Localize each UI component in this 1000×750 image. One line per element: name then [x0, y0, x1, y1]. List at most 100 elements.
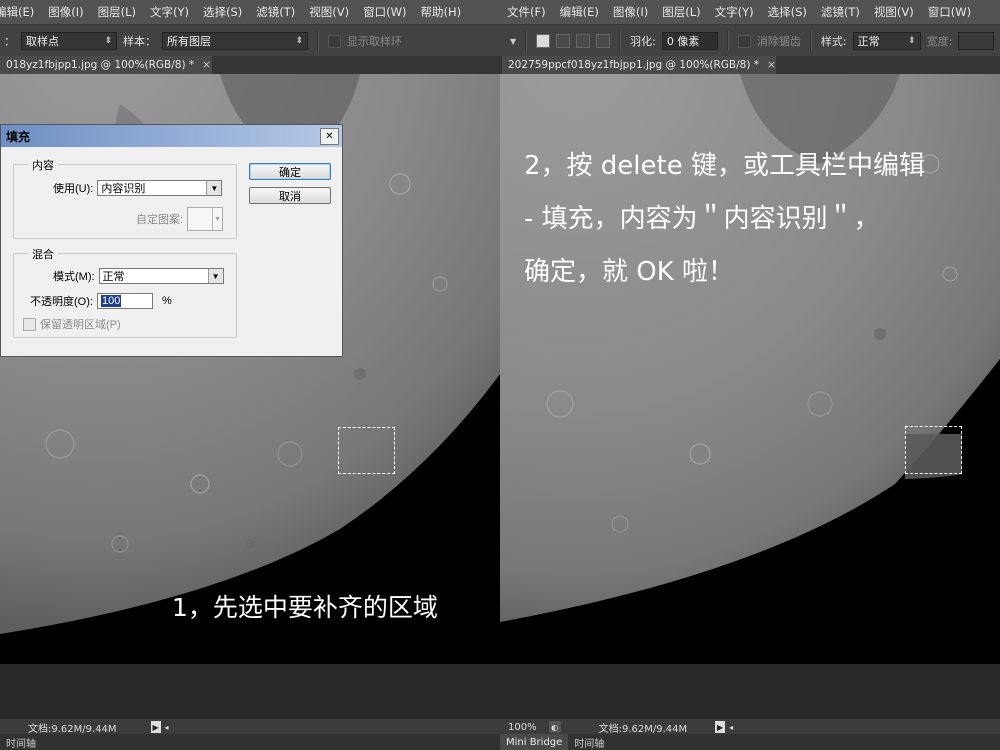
document-tab-bar: 018yz1fbjpp1.jpg @ 100%(RGB/8) * × — [0, 56, 500, 75]
menu-window[interactable]: 窗口(W) — [356, 4, 413, 20]
workspace-background — [0, 664, 500, 718]
sample-size-label: ： — [4, 35, 15, 48]
options-bar: ： 取样点 ⬍ 样本： 所有图层 ⬍ 显示取样环 — [0, 24, 500, 57]
mode-row: 模式(M): 正常 ▼ — [53, 268, 224, 284]
opacity-label: 不透明度(O): — [30, 296, 93, 308]
right-photoshop-window: 文件(F) 编辑(E) 图像(I) 图层(L) 文字(Y) 选择(S) 滤镜(T… — [500, 0, 1000, 750]
menu-filter[interactable]: 滤镜(T) — [814, 4, 867, 20]
menu-layer[interactable]: 图层(L) — [91, 4, 143, 20]
sample-select[interactable]: 所有图层 ⬍ — [162, 32, 308, 50]
zoom-readout[interactable]: 100% — [508, 722, 537, 733]
panel-dock: Mini Bridge 时间轴 — [500, 734, 1000, 750]
feather-input[interactable]: 0 像素 — [661, 32, 718, 50]
opacity-unit: % — [161, 295, 172, 307]
menu-file[interactable]: 文件(F) — [500, 4, 553, 20]
new-selection-icon[interactable] — [536, 34, 551, 48]
mode-value: 正常 — [102, 271, 125, 283]
sample-size-value: 取样点 — [26, 35, 59, 48]
document-tab[interactable]: 018yz1fbjpp1.jpg @ 100%(RGB/8) * × — [0, 56, 212, 74]
divider — [726, 31, 729, 51]
mini-bridge-tab[interactable]: Mini Bridge — [500, 734, 569, 750]
divider — [809, 31, 812, 51]
pattern-row: 自定图案: ▼ — [136, 207, 224, 231]
width-input[interactable] — [958, 32, 995, 50]
subtract-selection-icon[interactable] — [576, 34, 591, 48]
close-icon[interactable]: × — [202, 59, 211, 71]
close-icon[interactable]: ✕ — [320, 127, 339, 145]
show-ring-label: 显示取样环 — [347, 35, 402, 48]
menu-layer[interactable]: 图层(L) — [655, 4, 707, 20]
workspace-background — [500, 664, 1000, 718]
document-tab-title: 202759ppcf018yz1fbjpp1.jpg @ 100%(RGB/8)… — [508, 59, 760, 71]
timeline-tab[interactable]: 时间轴 — [0, 734, 42, 750]
menu-view[interactable]: 视图(V) — [302, 4, 356, 20]
menu-select[interactable]: 选择(S) — [196, 4, 249, 20]
menu-view[interactable]: 视图(V) — [867, 4, 921, 20]
sample-value: 所有图层 — [167, 35, 211, 48]
opacity-input[interactable]: 100 — [96, 293, 153, 309]
play-icon[interactable]: ▶ — [715, 721, 726, 733]
timeline-tab[interactable]: 时间轴 — [568, 734, 610, 750]
width-label: 宽度: — [926, 35, 953, 48]
sample-label: 样本： — [123, 35, 156, 48]
content-group-title: 内容 — [28, 157, 58, 173]
menu-type[interactable]: 文字(Y) — [708, 4, 761, 20]
menu-image[interactable]: 图像(I) — [41, 4, 90, 20]
use-dropdown[interactable]: 内容识别 ▼ — [97, 180, 223, 196]
antialias-label: 消除锯齿 — [756, 35, 801, 48]
annotation-line: 确定，就 OK 啦！ — [524, 257, 735, 287]
mode-dropdown[interactable]: 正常 ▼ — [98, 268, 224, 284]
dialog-title-bar[interactable]: 填充 ✕ — [1, 125, 342, 147]
opacity-row: 不透明度(O): 100 % — [30, 293, 172, 309]
menu-filter[interactable]: 滤镜(T) — [249, 4, 302, 20]
step-one-annotation: 1，先选中要补齐的区域 — [172, 593, 438, 622]
use-row: 使用(U): 内容识别 ▼ — [53, 180, 223, 196]
menu-edit[interactable]: 编辑(E) — [553, 4, 606, 20]
document-tab[interactable]: 202759ppcf018yz1fbjpp1.jpg @ 100%(RGB/8)… — [502, 56, 776, 74]
add-selection-icon[interactable] — [556, 34, 571, 48]
dropdown-arrow-icon: ▼ — [207, 269, 223, 283]
preserve-row: 保留透明区域(P) — [23, 316, 121, 332]
panel-dock: 时间轴 — [0, 734, 500, 750]
mode-label: 模式(M): — [53, 271, 95, 283]
feather-value: 0 像素 — [666, 35, 700, 48]
menu-window[interactable]: 窗口(W) — [921, 4, 978, 20]
feather-label: 羽化: — [630, 35, 656, 48]
play-icon[interactable]: ▶ — [150, 721, 161, 733]
ok-button[interactable]: 确定 — [249, 163, 331, 180]
show-ring-checkbox[interactable] — [328, 34, 341, 48]
menu-bar: 文件(F) 编辑(E) 图像(I) 图层(L) 文字(Y) 选择(S) 滤镜(T… — [500, 0, 1000, 24]
document-tab-bar: 202759ppcf018yz1fbjpp1.jpg @ 100%(RGB/8)… — [500, 56, 1000, 75]
dropdown-arrow-icon: ▼ — [206, 181, 222, 195]
menu-help[interactable]: 帮助(H) — [413, 4, 468, 20]
style-label: 样式: — [820, 35, 847, 48]
preserve-label: 保留透明区域(P) — [40, 319, 121, 331]
scroll-left-icon[interactable]: ◂ — [729, 723, 733, 732]
menu-select[interactable]: 选择(S) — [761, 4, 814, 20]
blend-group-title: 混合 — [28, 246, 58, 262]
close-icon[interactable]: × — [767, 59, 776, 71]
divider — [525, 31, 528, 51]
menu-edit[interactable]: 编辑(E) — [0, 4, 41, 20]
preserve-checkbox[interactable] — [23, 317, 36, 331]
tool-preset-arrow-icon[interactable]: ▼ — [510, 37, 516, 46]
sample-size-select[interactable]: 取样点 ⬍ — [21, 32, 117, 50]
menu-type[interactable]: 文字(Y) — [143, 4, 196, 20]
doc-size-readout: 文档:9.62M/9.44M — [598, 723, 688, 735]
left-photoshop-window: 编辑(E) 图像(I) 图层(L) 文字(Y) 选择(S) 滤镜(T) 视图(V… — [0, 0, 500, 750]
marquee-selection[interactable] — [905, 426, 962, 474]
cancel-button[interactable]: 取消 — [249, 187, 331, 204]
menu-image[interactable]: 图像(I) — [606, 4, 655, 20]
annotation-line: - 填充，内容为＂内容识别＂， — [524, 204, 880, 234]
marquee-selection[interactable] — [338, 427, 395, 474]
antialias-checkbox[interactable] — [737, 34, 751, 48]
share-icon[interactable]: ◐ — [548, 721, 561, 733]
updown-icon: ⬍ — [104, 36, 112, 46]
intersect-selection-icon[interactable] — [596, 34, 611, 48]
style-value: 正常 — [857, 35, 880, 48]
style-select[interactable]: 正常 ⬍ — [852, 32, 921, 50]
scroll-left-icon[interactable]: ◂ — [165, 723, 169, 732]
pattern-swatch: ▼ — [187, 207, 224, 231]
fill-dialog: 填充 ✕ 内容 使用(U): 内容识别 ▼ 自定图案: ▼ 混合 模式(M): … — [0, 124, 343, 357]
step-two-annotation: 2，按 delete 键，或工具栏中编辑 - 填充，内容为＂内容识别＂， 确定，… — [524, 140, 994, 299]
